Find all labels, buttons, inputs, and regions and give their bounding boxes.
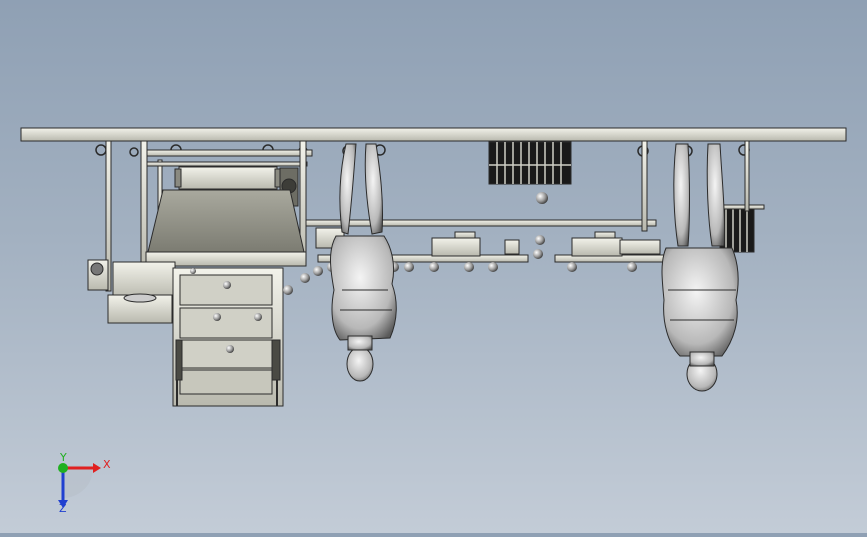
hanging-mannequin-right[interactable]: [661, 143, 739, 392]
hanging-mannequin-left[interactable]: [330, 143, 397, 382]
y-axis-label: Y: [59, 451, 67, 464]
roller-drum[interactable]: [174, 166, 282, 190]
cad-viewport[interactable]: X Y Z: [0, 0, 867, 533]
extraction-hood[interactable]: [145, 189, 307, 267]
overhead-beam[interactable]: [20, 127, 847, 142]
right-frame[interactable]: [744, 140, 750, 212]
left-bracket[interactable]: [87, 259, 176, 324]
z-axis-label: Z: [59, 502, 67, 515]
grille-panel-center[interactable]: [488, 141, 572, 185]
x-axis-label: X: [103, 458, 111, 471]
axis-triad-icon: X Y Z: [58, 451, 111, 515]
